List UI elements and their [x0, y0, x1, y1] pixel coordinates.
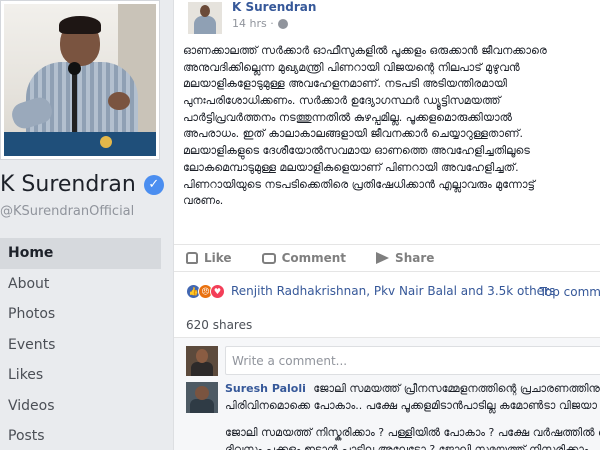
comment-text-line: പിരിവിനമൊക്കെ പോകാം.. പക്ഷേ പൂക്കളമിടാൻപ… [225, 399, 600, 412]
page-name[interactable]: K Surendran [0, 172, 136, 197]
post-body-line: പുനഃപരിശോധിക്കണം. സർക്കാർ ഉദ്യോഗസ്ഥർ ഡ്യ… [183, 94, 501, 108]
reactors-link[interactable]: Renjith Radhakrishnan, Pkv Nair Balal an… [231, 284, 555, 298]
post-body-line: ഓണക്കാലത്ത് സർക്കാർ ഓഫീസുകളിൽ പൂക്കളം ഒര… [183, 44, 547, 57]
comment-item: ജോലി സമയത്ത് നിസ്കരിക്കാം ? പള്ളിയിൽ പോക… [225, 424, 600, 450]
post-meta: 14 hrs · [232, 17, 288, 30]
comment-bubble-icon [261, 252, 276, 264]
post-timestamp[interactable]: 14 hrs · [232, 17, 274, 30]
globe-icon [277, 18, 288, 29]
comment-text-line: ജോലി സമയത്ത് നിസ്കരിക്കാം ? പള്ളിയിൽ പോക… [225, 426, 600, 439]
reactions-summary: 👍 😠 ♥ Renjith Radhakrishnan, Pkv Nair Ba… [174, 276, 600, 306]
love-reaction-icon[interactable]: ♥ [210, 283, 225, 299]
nav-item-videos[interactable]: Videos [0, 391, 161, 422]
share-button[interactable]: Share [376, 251, 434, 265]
verified-badge-icon: ✓ [143, 174, 164, 195]
post-body-line: പിണറായിയുടെ നടപടിക്കെതിരെ പ്രതിഷേധിക്കാൻ… [183, 177, 535, 191]
comments-section: Suresh Paloli ജോലി സമയത്ത് പ്രീനസമ്മേളനത… [174, 337, 600, 450]
nav-item-home[interactable]: Home [0, 238, 161, 269]
nav-item-photos[interactable]: Photos [0, 299, 161, 330]
comment-text-line: ദിവസം പൂക്കളം ഇടാൻ പാടില്ല അല്ലേടോ ? ജോല… [225, 443, 589, 450]
post-body-line: മലയാളികളോടുമുള്ള അവഹേളനമാണ്. നടപടി അടിയന… [183, 77, 507, 91]
post-body-line: പാർട്ടിപ്രവർത്തനം നടത്തുന്നതിൽ കുഴപ്പമില… [183, 110, 512, 124]
post-card: K Surendran 14 hrs · ഓണക്കാലത്ത് സർക്കാർ… [173, 0, 600, 450]
shares-count[interactable]: 620 shares [186, 318, 252, 332]
viewer-avatar [186, 346, 218, 376]
post-body-line: മലയാളികളുടെ ദേശീയോൽസവമായ ഓണത്തെ അവഹേളിച്… [183, 144, 530, 158]
post-body-line: അപരാധം. ഇത് കാലാകാലങ്ങളായി ജീവനക്കാർ ചെയ… [183, 127, 524, 141]
post-author-name[interactable]: K Surendran [232, 0, 316, 14]
like-button[interactable]: Like [186, 251, 232, 265]
comment-item: Suresh Paloli ജോലി സമയത്ത് പ്രീനസമ്മേളനത… [225, 380, 600, 414]
post-author-avatar[interactable] [188, 2, 222, 34]
page-handle: @KSurendranOfficial [0, 204, 135, 219]
profile-photo-image [4, 4, 156, 156]
page-sidebar: K Surendran ✓ @KSurendranOfficial Home A… [0, 0, 172, 450]
comment-author-avatar[interactable] [186, 382, 218, 413]
post-body-line: അനുവദിക്കില്ലെന്ന മുഖ്യമന്ത്രി പിണറായി വ… [183, 60, 520, 74]
thumbs-up-icon [186, 252, 198, 264]
post-body-line: ലോകമെമ്പാടുമുള്ള മലയാളികളെയാണ് പിണറായി അ… [183, 160, 519, 174]
share-label: Share [395, 251, 435, 265]
nav-item-posts[interactable]: Posts [0, 421, 161, 450]
nav-item-likes[interactable]: Likes [0, 360, 161, 391]
like-label: Like [204, 251, 232, 265]
comment-input[interactable] [225, 346, 600, 375]
profile-photo[interactable] [0, 0, 160, 160]
top-comments-filter[interactable]: Top comm [540, 285, 600, 299]
comment-label: Comment [281, 251, 347, 265]
comment-button[interactable]: Comment [261, 251, 347, 265]
post-actions-bar: Like Comment Share [174, 244, 600, 272]
comment-author-name[interactable]: Suresh Paloli [225, 382, 306, 395]
page-nav: Home About Photos Events Likes Videos Po… [0, 238, 161, 450]
nav-item-events[interactable]: Events [0, 330, 161, 361]
post-body-line: വരണം. [183, 194, 224, 208]
page-name-row: K Surendran ✓ [0, 172, 164, 197]
share-arrow-icon [376, 252, 390, 264]
post-body: ഓണക്കാലത്ത് സർക്കാർ ഓഫീസുകളിൽ പൂക്കളം ഒര… [183, 43, 600, 210]
comment-text: ജോലി സമയത്ത് പ്രീനസമ്മേളനത്തിന്റെ പ്രചാര… [313, 382, 600, 395]
nav-item-about[interactable]: About [0, 269, 161, 300]
